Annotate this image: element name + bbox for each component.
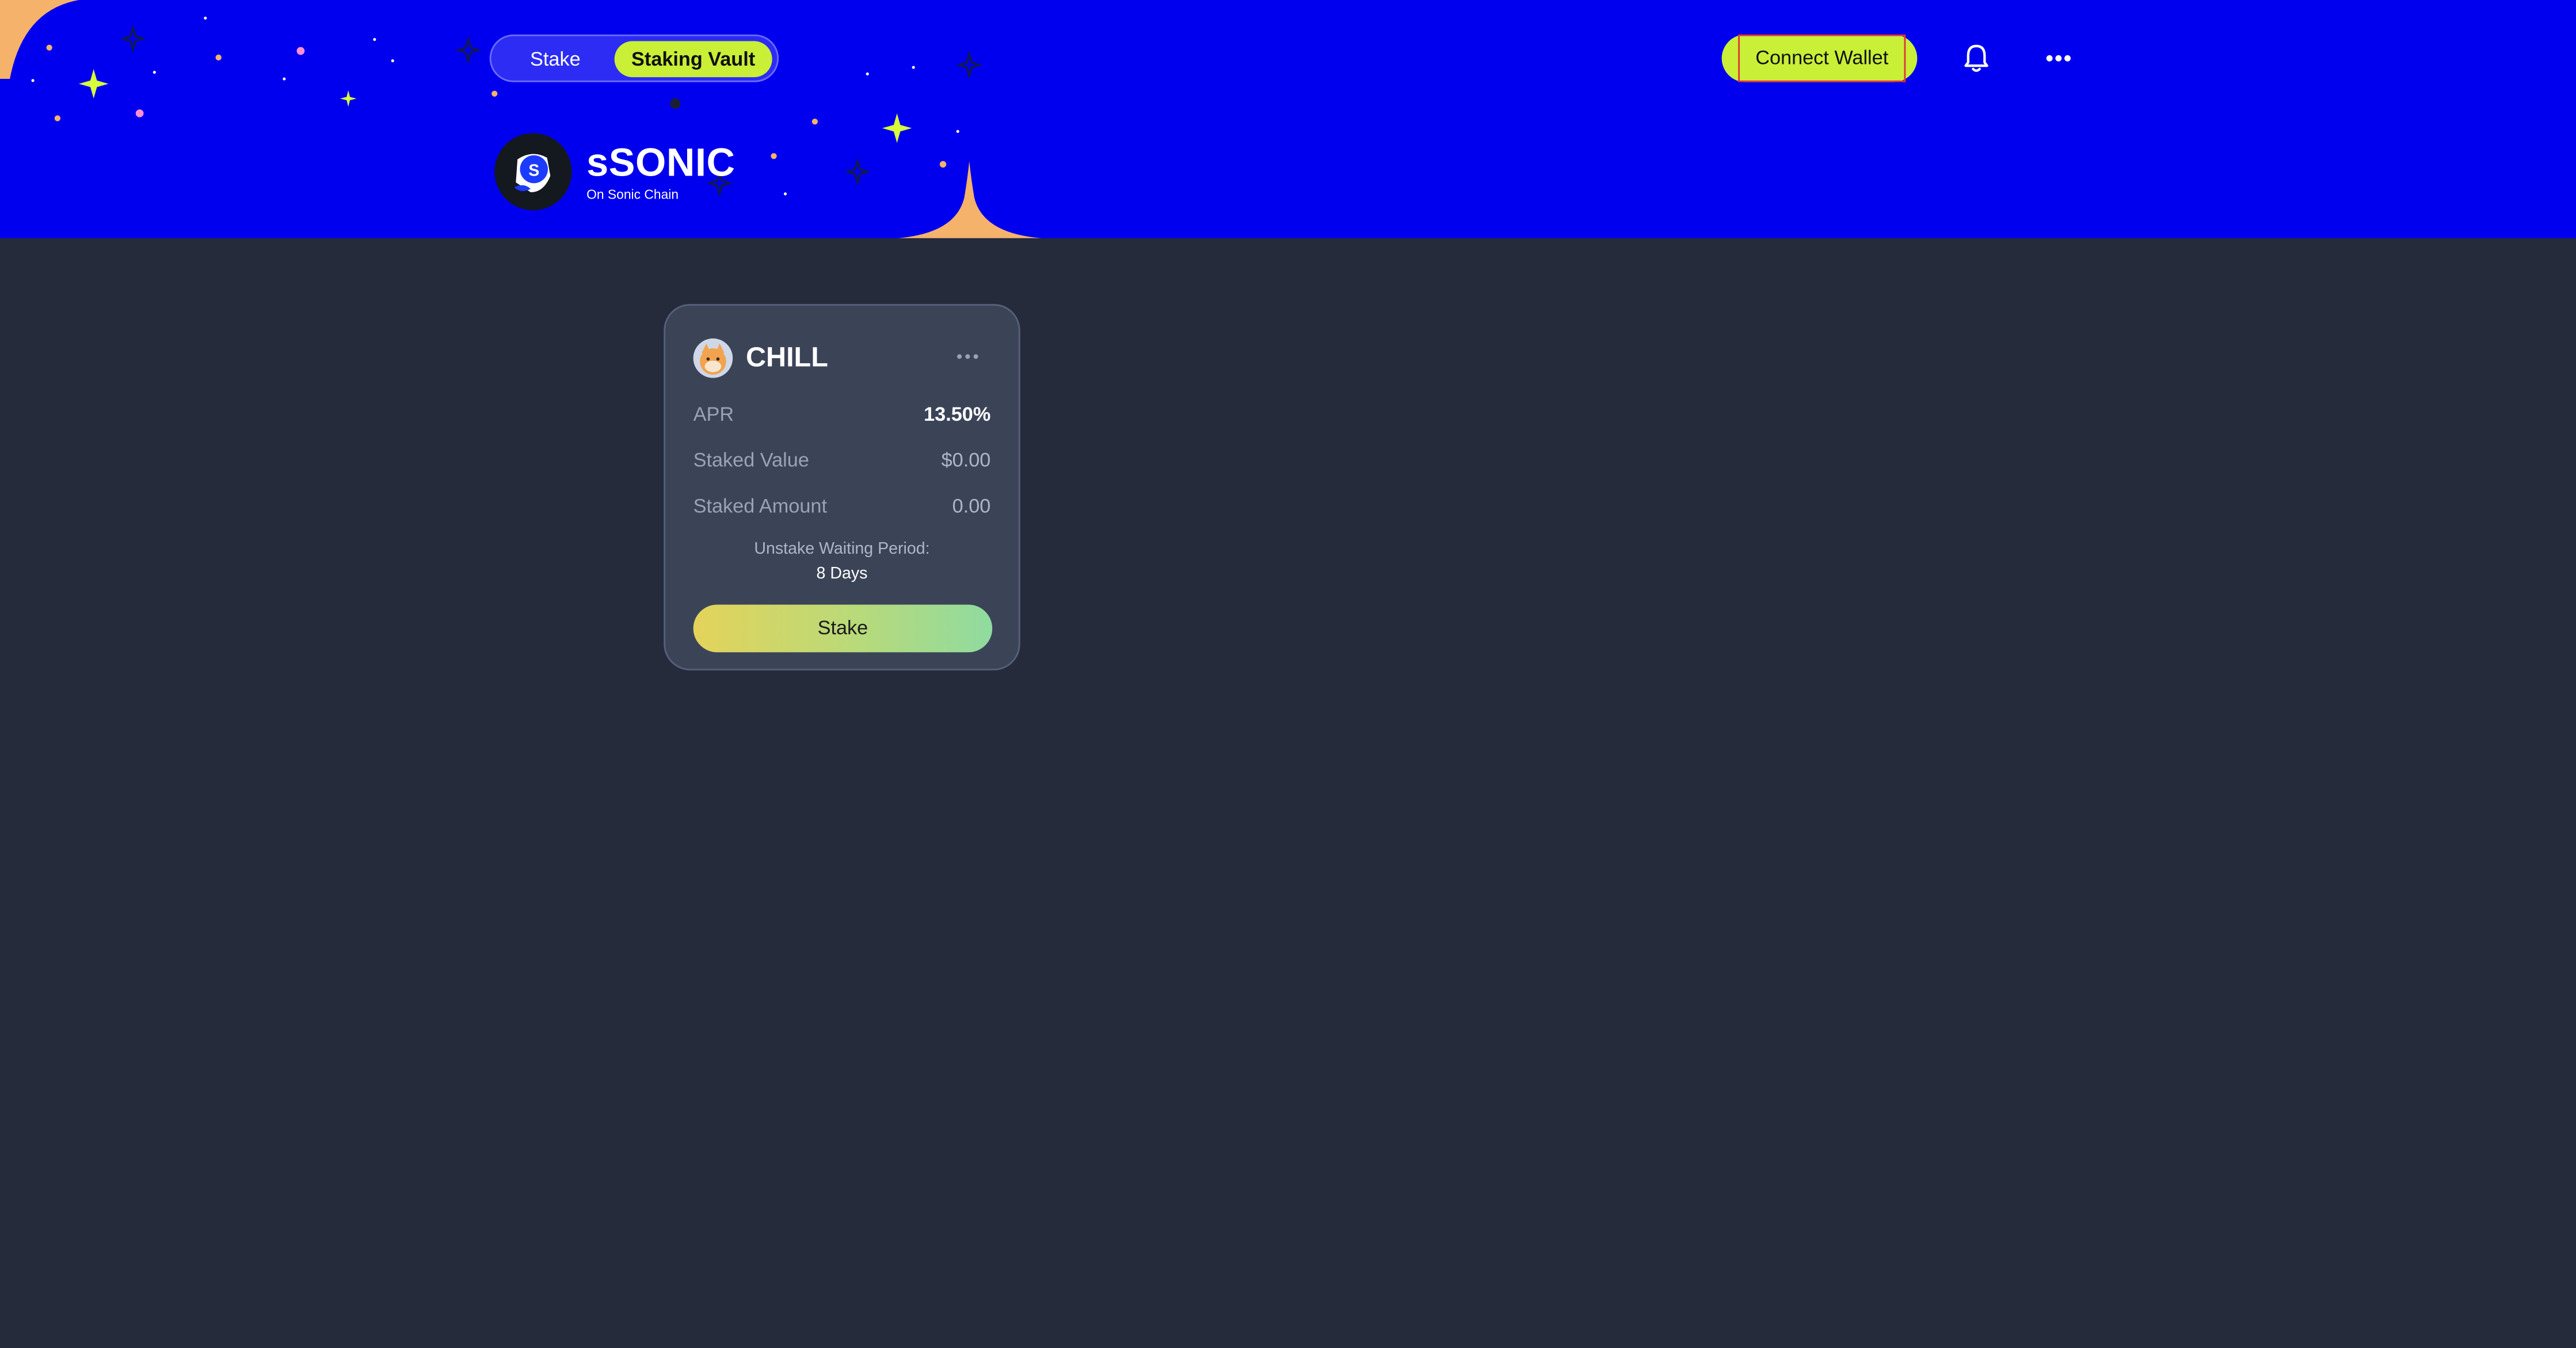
unstake-period-label: Unstake Waiting Period: xyxy=(754,540,930,559)
ssonic-logo: S xyxy=(494,133,572,211)
token-name: CHILL xyxy=(745,341,828,373)
brand-subtitle: On Sonic Chain xyxy=(586,187,679,203)
staked-amount-label: Staked Amount xyxy=(693,494,827,518)
chill-token-icon xyxy=(693,338,733,378)
staked-value-label: Staked Value xyxy=(693,448,809,472)
connect-wallet-button[interactable]: Connect Wallet xyxy=(1721,34,1918,82)
tab-staking-vault[interactable]: Staking Vault xyxy=(614,41,772,78)
app-viewport: Stake Staking Vault S sSONIC On Sonic Ch… xyxy=(0,0,2576,1347)
staked-value-value: $0.00 xyxy=(941,448,991,472)
card-more-button[interactable] xyxy=(953,345,982,368)
logo-letter: S xyxy=(528,161,539,180)
tab-stake[interactable]: Stake xyxy=(501,41,609,77)
ssonic-logo-icon: S xyxy=(514,154,551,192)
connect-wallet-label: Connect Wallet xyxy=(1738,34,1906,82)
notification-bell-button[interactable] xyxy=(1960,41,1993,74)
unstake-period-value: 8 Days xyxy=(816,565,868,584)
stake-button[interactable]: Stake xyxy=(693,604,993,653)
apr-value: 13.50% xyxy=(924,402,991,426)
apr-label: APR xyxy=(693,402,734,426)
brand-title: sSONIC xyxy=(586,141,736,186)
view-tab-switch: Stake Staking Vault xyxy=(489,34,779,82)
bell-icon xyxy=(1964,44,1988,72)
header-banner: Stake Staking Vault S sSONIC On Sonic Ch… xyxy=(0,0,2576,238)
chill-token-icon-graphic xyxy=(693,338,733,378)
more-horizontal-icon xyxy=(957,354,978,359)
vault-card: CHILL APR 13.50% Staked Value $0.00 Stak… xyxy=(664,304,1020,671)
staked-amount-value: 0.00 xyxy=(952,494,991,518)
more-horizontal-icon xyxy=(2046,55,2071,62)
header-more-button[interactable] xyxy=(2042,41,2075,74)
